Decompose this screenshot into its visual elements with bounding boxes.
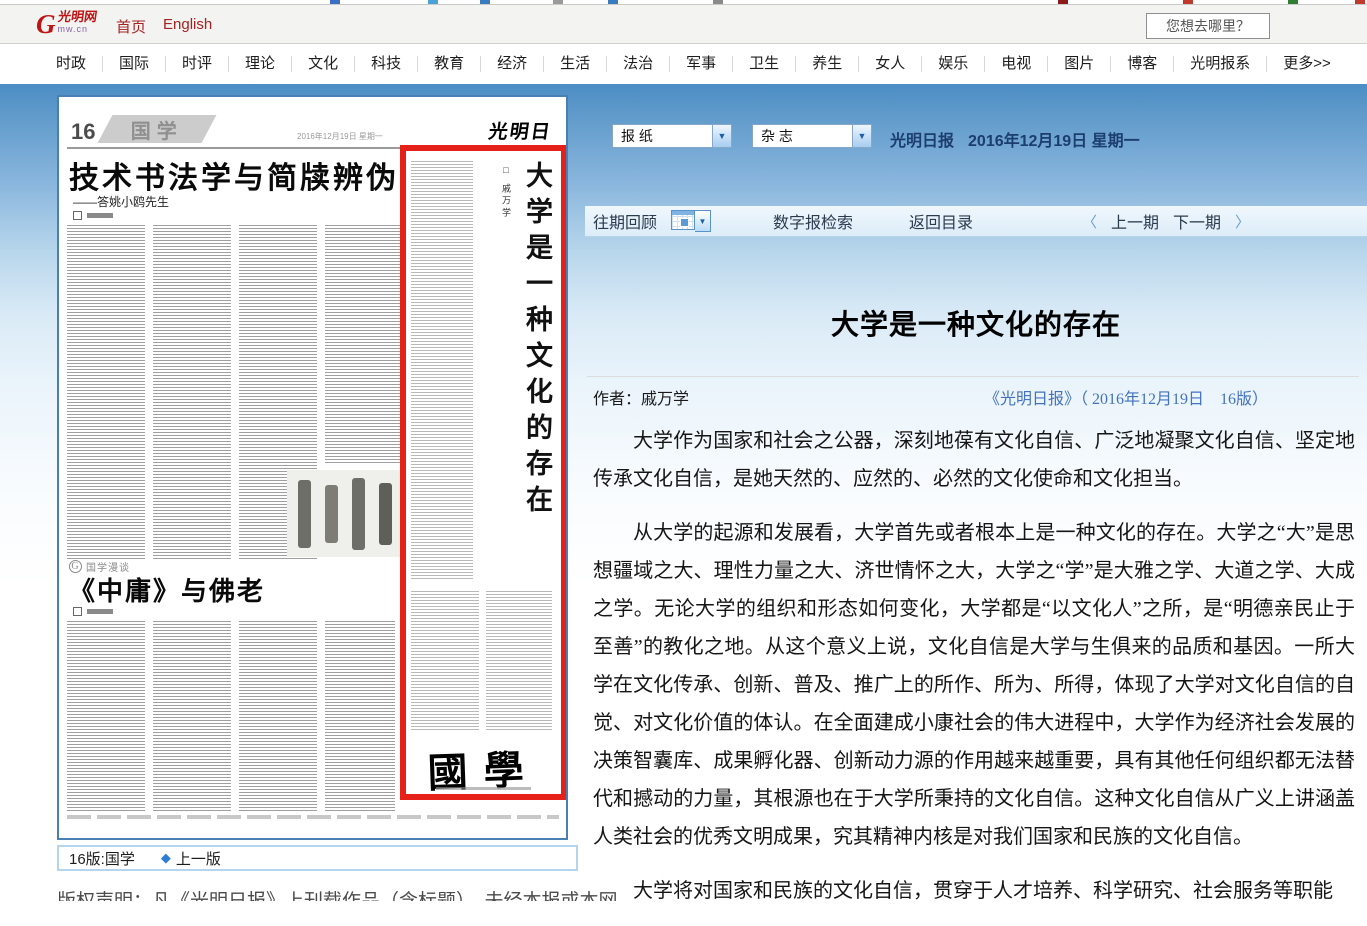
calendar-picker[interactable]: ▼ — [671, 210, 711, 232]
newspaper-footer-line — [67, 815, 559, 819]
newspaper-text-block — [239, 621, 317, 811]
nav-item-tupian[interactable]: 图片 — [1048, 56, 1111, 72]
english-link[interactable]: English — [163, 16, 212, 33]
site-header: G 光明网 mw.cn 首页 English — [0, 4, 1367, 44]
logo-letter: G — [36, 10, 56, 38]
nav-item-nvren[interactable]: 女人 — [859, 56, 922, 72]
newspaper-text-block — [67, 225, 145, 559]
nav-item-jingji[interactable]: 经济 — [481, 56, 544, 72]
nav-item-jiaoyu[interactable]: 教育 — [418, 56, 481, 72]
nav-item-dianshi[interactable]: 电视 — [985, 56, 1048, 72]
title-divider — [587, 376, 1359, 377]
article-highlight-box[interactable]: □ 戚万学 大学是一种文化的存在 國學 — [400, 145, 566, 800]
newspaper-article1-byline — [73, 211, 113, 220]
author-box-icon — [73, 607, 82, 616]
diamond-icon: ◆ — [161, 850, 171, 866]
nav-item-lilun[interactable]: 理论 — [229, 56, 292, 72]
nav-item-weisheng[interactable]: 卫生 — [733, 56, 796, 72]
prev-page-link[interactable]: 上一版 — [176, 848, 221, 869]
gmw-logo-icon[interactable]: G 光明网 mw.cn — [36, 10, 97, 38]
site-search-input[interactable] — [1146, 13, 1270, 39]
newspaper-text-block — [67, 621, 145, 811]
nav-item-wenhua[interactable]: 文化 — [292, 56, 355, 72]
newspaper-text-block — [325, 225, 403, 465]
article-title: 大学是一种文化的存在 — [585, 303, 1367, 343]
logo-site-name: 光明网 — [57, 10, 98, 24]
nav-item-shiping[interactable]: 时评 — [166, 56, 229, 72]
article-source-link[interactable]: 《光明日报》（ 2016年12月19日 16版） — [984, 385, 1268, 409]
paper-select-value: 报 纸 — [613, 126, 712, 146]
pager-page-label: 16版:国学 — [69, 848, 135, 869]
nav-item-keji[interactable]: 科技 — [355, 56, 418, 72]
next-issue-link[interactable]: 下一期 — [1173, 209, 1221, 233]
newspaper-section-banner: 国学 — [98, 115, 217, 143]
paper-name: 光明日报 — [890, 127, 954, 151]
byline-blur — [87, 609, 113, 614]
newspaper-page-image: 16 国学 2016年12月19日 星期一 光明日报 技术书法学与简牍辨伪 ——… — [57, 95, 568, 840]
issue-date: 2016年12月19日 星期一 — [968, 127, 1140, 151]
article-author: 作者：戚万学 — [593, 385, 689, 409]
article-meta: 作者：戚万学 《光明日报》（ 2016年12月19日 16版） — [593, 385, 1350, 409]
next-bracket-icon: 〉 — [1235, 211, 1250, 232]
newspaper-article2-title[interactable]: 《中庸》与佛老 — [69, 571, 265, 608]
byline-blur — [87, 213, 113, 218]
newspaper-article2-byline — [73, 607, 113, 616]
back-to-contents-link[interactable]: 返回目录 — [909, 209, 973, 233]
newspaper-text-block — [486, 591, 552, 731]
author-box-icon — [73, 211, 82, 220]
newspaper-text-block — [325, 621, 395, 811]
issue-info: 光明日报 2016年12月19日 星期一 — [890, 127, 1140, 151]
newspaper-page-number: 16 — [71, 119, 95, 145]
back-issues-link[interactable]: 往期回顾 — [593, 209, 657, 233]
newspaper-text-block — [153, 225, 231, 559]
calendar-icon[interactable] — [671, 210, 695, 230]
bamboo-slips-figure — [287, 470, 403, 557]
digital-search-link[interactable]: 数字报检索 — [773, 209, 853, 233]
newspaper-article1-title[interactable]: 技术书法学与简牍辨伪 — [69, 153, 399, 197]
reader-toolbar: 往期回顾 ▼ 数字报检索 返回目录 〈 上一期 下一期 〉 — [585, 206, 1367, 237]
nav-item-fazhi[interactable]: 法治 — [607, 56, 670, 72]
page-pager-bar: 16版:国学 ◆ 上一版 — [57, 845, 578, 871]
magazine-select[interactable]: 杂 志 ▼ — [752, 124, 872, 148]
newspaper-text-block — [411, 161, 473, 581]
nav-item-boke[interactable]: 博客 — [1111, 56, 1174, 72]
calendar-dropdown-button[interactable]: ▼ — [695, 210, 711, 232]
article-paragraph: 从大学的起源和发展看，大学首先或者根本上是一种文化的存在。大学之“大”是思想疆域… — [593, 514, 1355, 856]
home-link[interactable]: 首页 — [116, 16, 146, 37]
newspaper-text-block — [411, 591, 479, 731]
article-body: 大学作为国家和社会之公器，深刻地葆有文化自信、广泛地凝聚文化自信、坚定地传承文化… — [593, 422, 1355, 926]
nav-item-yule[interactable]: 娱乐 — [922, 56, 985, 72]
main-nav: 时政 国际 时评 理论 文化 科技 教育 经济 生活 法治 军事 卫生 养生 女… — [0, 44, 1367, 84]
paper-select[interactable]: 报 纸 ▼ — [612, 124, 732, 148]
calligraphy-caption-blur — [436, 787, 531, 790]
chevron-down-icon[interactable]: ▼ — [712, 125, 731, 147]
highlight-title-vertical[interactable]: 大学是一种文化的存在 — [519, 161, 555, 591]
nav-item-junshi[interactable]: 军事 — [670, 56, 733, 72]
nav-item-shenghuo[interactable]: 生活 — [544, 56, 607, 72]
magazine-select-value: 杂 志 — [753, 126, 852, 146]
article-paragraph: 大学作为国家和社会之公器，深刻地葆有文化自信、广泛地凝聚文化自信、坚定地传承文化… — [593, 422, 1355, 498]
nav-item-more[interactable]: 更多>> — [1267, 56, 1347, 72]
logo-domain: mw.cn — [58, 24, 97, 34]
newspaper-text-block — [153, 621, 231, 811]
highlight-author-vertical: □ 戚万学 — [500, 165, 513, 220]
nav-item-guoji[interactable]: 国际 — [103, 56, 166, 72]
nav-item-gmbx[interactable]: 光明报系 — [1174, 56, 1267, 72]
article-paragraph: 大学将对国家和民族的文化自信，贯穿于人才培养、科学研究、社会服务等职能 — [593, 872, 1355, 910]
guoxue-calligraphy: 國學 — [405, 736, 562, 799]
newspaper-section-label: 国学 — [131, 115, 183, 144]
newspaper-article1-subtitle: ——答姚小鸥先生 — [73, 193, 169, 210]
nav-item-shizheng[interactable]: 时政 — [40, 56, 103, 72]
nav-item-yangsheng[interactable]: 养生 — [796, 56, 859, 72]
prev-bracket-icon: 〈 — [1082, 211, 1097, 232]
chevron-down-icon[interactable]: ▼ — [852, 125, 871, 147]
newspaper-dateline: 2016年12月19日 星期一 — [297, 131, 383, 142]
prev-issue-link[interactable]: 上一期 — [1111, 209, 1159, 233]
